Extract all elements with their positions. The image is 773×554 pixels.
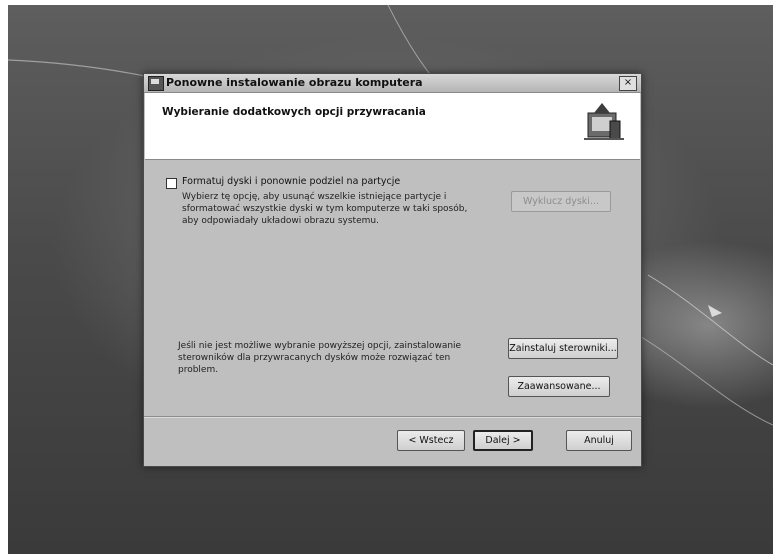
format-description-line: Wybierz tę opcję, aby usunąć wszelkie is… bbox=[182, 192, 447, 202]
window-title: Ponowne instalowanie obrazu komputera bbox=[166, 76, 423, 89]
advanced-button[interactable]: Zaawansowane... bbox=[508, 376, 610, 397]
format-disks-checkbox[interactable] bbox=[166, 178, 177, 189]
restore-dialog: Ponowne instalowanie obrazu komputera × … bbox=[143, 73, 642, 467]
install-drivers-button[interactable]: Zainstaluj sterowniki... bbox=[508, 338, 618, 359]
back-button[interactable]: < Wstecz bbox=[397, 430, 465, 451]
restore-wizard-icon bbox=[584, 103, 624, 140]
drivers-note: Jeśli nie jest możliwe wybranie powyższe… bbox=[178, 340, 508, 376]
next-button[interactable]: Dalej > bbox=[473, 430, 533, 451]
options-panel: Formatuj dyski i ponownie podziel na par… bbox=[144, 160, 641, 410]
drivers-note-line: sterowników dla przywracanych dysków moż… bbox=[178, 353, 451, 363]
cancel-button[interactable]: Anuluj bbox=[566, 430, 632, 451]
drivers-note-line: problem. bbox=[178, 365, 219, 375]
format-description-line: sformatować wszystkie dyski w tym komput… bbox=[182, 204, 468, 214]
close-button[interactable]: × bbox=[619, 76, 637, 91]
format-description-line: aby odpowiadały układowi obrazu systemu. bbox=[182, 216, 379, 226]
format-description: Wybierz tę opcję, aby usunąć wszelkie is… bbox=[182, 191, 502, 227]
exclude-disks-button[interactable]: Wyklucz dyski... bbox=[511, 191, 611, 212]
title-bar: Ponowne instalowanie obrazu komputera × bbox=[144, 74, 641, 93]
footer-divider bbox=[144, 416, 641, 418]
drivers-note-line: Jeśli nie jest możliwe wybranie powyższe… bbox=[178, 341, 462, 351]
format-disks-label[interactable]: Formatuj dyski i ponownie podziel na par… bbox=[182, 176, 400, 187]
backup-app-icon bbox=[148, 76, 164, 91]
page-heading: Wybieranie dodatkowych opcji przywracani… bbox=[162, 106, 426, 118]
wizard-header: Wybieranie dodatkowych opcji przywracani… bbox=[145, 93, 640, 160]
